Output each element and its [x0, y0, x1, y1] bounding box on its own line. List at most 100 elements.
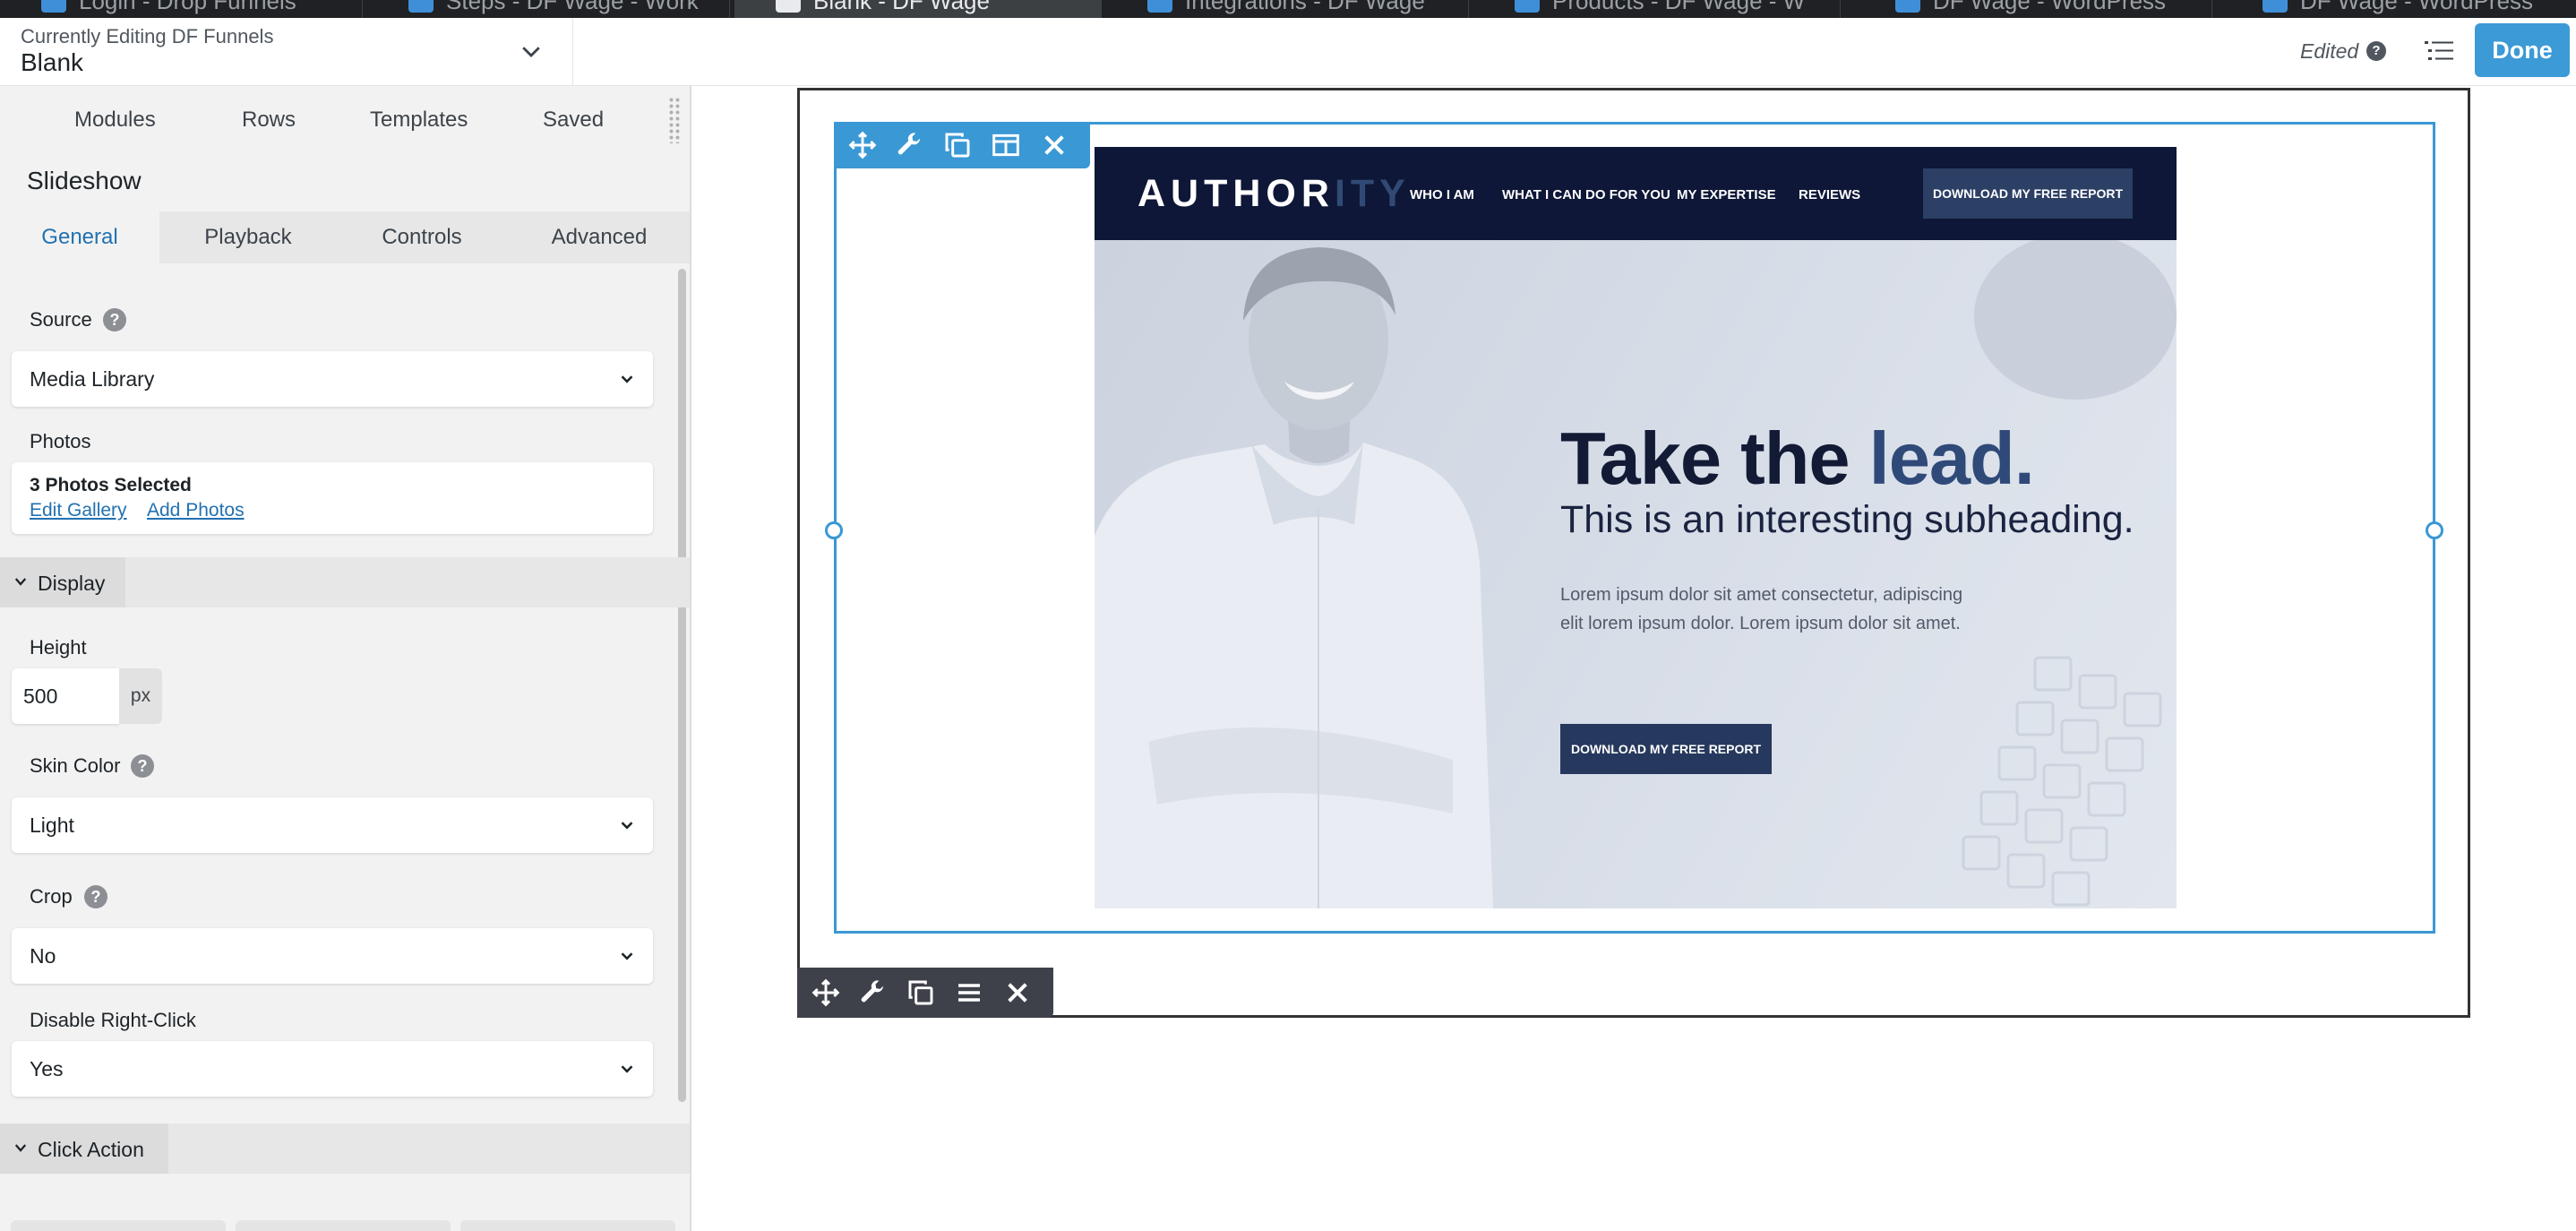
- nav-reviews: REVIEWS: [1799, 187, 1861, 202]
- disable-right-click-value: Yes: [30, 1057, 64, 1080]
- photos-label: Photos: [30, 430, 91, 452]
- hero-heading: Take the lead.: [1560, 416, 2035, 502]
- height-label: Height: [30, 636, 87, 659]
- height-value: 500: [23, 684, 58, 708]
- nav-what-i-can-do: WHAT I CAN DO FOR YOU: [1502, 187, 1670, 202]
- display-section-label: Display: [38, 572, 106, 595]
- resize-handle-left[interactable]: [825, 521, 843, 539]
- tab-modules[interactable]: Modules: [74, 108, 156, 133]
- browser-tab-title: Products - DF Wage - W: [1552, 0, 1806, 14]
- module-title: Slideshow: [27, 167, 142, 194]
- nav-who-i-am: WHO I AM: [1410, 187, 1474, 202]
- browser-tab[interactable]: Steps - DF Wage - Work: [367, 0, 730, 18]
- help-icon[interactable]: ?: [84, 885, 107, 908]
- click-action-section: Click Action: [0, 1123, 690, 1174]
- favicon-icon: [1147, 0, 1172, 13]
- help-icon[interactable]: ?: [103, 308, 126, 331]
- person-photo: [1095, 247, 1493, 908]
- browser-tab-strip: Login - Drop Funnels Steps - DF Wage - W…: [0, 0, 2576, 18]
- display-section: Display: [0, 557, 690, 607]
- skin-color-select[interactable]: Light: [12, 797, 653, 853]
- browser-tab-title: DF Wage - WordPress: [2300, 0, 2534, 14]
- nav-my-expertise: MY EXPERTISE: [1677, 187, 1776, 202]
- favicon-icon: [776, 0, 801, 13]
- close-icon[interactable]: [1003, 978, 1032, 1007]
- tab-general[interactable]: General: [0, 211, 159, 263]
- slide-site-nav: AUTHORITY WHO I AM WHAT I CAN DO FOR YOU…: [1095, 147, 2177, 240]
- editing-selector[interactable]: Currently Editing DF Funnels Blank: [0, 18, 573, 86]
- height-input[interactable]: 500: [12, 668, 119, 724]
- hero-subheading: This is an interesting subheading.: [1560, 498, 2134, 541]
- height-unit: px: [119, 668, 162, 724]
- close-icon[interactable]: [1040, 131, 1069, 159]
- browser-tab[interactable]: Products - DF Wage - W: [1473, 0, 1841, 18]
- tab-playback[interactable]: Playback: [159, 211, 337, 263]
- edit-gallery-link[interactable]: Edit Gallery: [30, 500, 127, 521]
- add-photos-link[interactable]: Add Photos: [147, 500, 245, 521]
- source-select[interactable]: Media Library: [12, 351, 653, 407]
- skin-color-label: Skin Color: [30, 754, 121, 777]
- click-action-section-toggle[interactable]: Click Action: [0, 1123, 168, 1174]
- tab-saved[interactable]: Saved: [543, 108, 604, 133]
- favicon-icon: [1895, 0, 1920, 13]
- browser-tab[interactable]: DF Wage - WordPress: [1854, 0, 2212, 18]
- option-button[interactable]: [460, 1220, 675, 1231]
- browser-tab[interactable]: Login - Drop Funnels: [0, 0, 363, 18]
- chevron-down-icon: [621, 1065, 633, 1073]
- wrench-icon[interactable]: [858, 978, 887, 1007]
- menu-icon[interactable]: [955, 978, 983, 1007]
- logo-text: AUTHOR: [1138, 172, 1335, 215]
- slideshow-image[interactable]: AUTHORITY WHO I AM WHAT I CAN DO FOR YOU…: [1095, 147, 2177, 908]
- duplicate-icon[interactable]: [943, 131, 972, 159]
- wrench-icon[interactable]: [895, 131, 923, 159]
- duplicate-icon[interactable]: [906, 978, 935, 1007]
- tab-controls[interactable]: Controls: [337, 211, 507, 263]
- tab-advanced[interactable]: Advanced: [507, 211, 690, 263]
- chevron-down-icon: [621, 375, 633, 383]
- browser-tab-active[interactable]: Blank - DF Wage: [734, 0, 1102, 18]
- browser-tab-title: Blank - DF Wage: [813, 0, 990, 14]
- option-button[interactable]: [11, 1220, 226, 1231]
- settings-tabs: General Playback Controls Advanced: [0, 211, 690, 263]
- tab-rows[interactable]: Rows: [242, 108, 296, 133]
- panel-drag-handle[interactable]: [668, 97, 681, 143]
- done-button[interactable]: Done: [2475, 23, 2570, 77]
- hero-heading-text: Take the: [1560, 417, 1869, 500]
- favicon-icon: [1515, 0, 1540, 13]
- tab-templates[interactable]: Templates: [370, 108, 468, 133]
- disable-right-click-label: Disable Right-Click: [30, 1009, 196, 1031]
- browser-tab-title: Login - Drop Funnels: [79, 0, 296, 14]
- resize-handle-right[interactable]: [2426, 521, 2443, 539]
- help-icon[interactable]: ?: [131, 754, 154, 778]
- crop-select[interactable]: No: [12, 928, 653, 984]
- hero-heading-accent: lead.: [1868, 417, 2035, 500]
- disable-right-click-select[interactable]: Yes: [12, 1041, 653, 1097]
- browser-tab[interactable]: Integrations - DF Wage: [1106, 0, 1469, 18]
- browser-tab-title: DF Wage - WordPress: [1933, 0, 2167, 14]
- click-action-section-label: Click Action: [38, 1138, 144, 1161]
- keyboard-decoration: [1962, 656, 2162, 907]
- chevron-down-icon: [14, 578, 27, 586]
- hero-download-button: DOWNLOAD MY FREE REPORT: [1560, 724, 1772, 774]
- help-icon[interactable]: ?: [2366, 41, 2386, 61]
- browser-tab-title: Integrations - DF Wage: [1185, 0, 1425, 14]
- decorative-circle: [1974, 233, 2177, 400]
- display-section-toggle[interactable]: Display: [0, 557, 125, 607]
- editing-label: Currently Editing DF Funnels: [21, 25, 274, 47]
- columns-icon[interactable]: [992, 131, 1020, 159]
- favicon-icon: [2263, 0, 2288, 13]
- outline-list-icon[interactable]: [2424, 38, 2454, 65]
- skin-color-value: Light: [30, 813, 74, 837]
- panel-scrollbar[interactable]: [678, 269, 686, 1102]
- move-icon[interactable]: [848, 131, 877, 159]
- chevron-down-icon[interactable]: [518, 38, 545, 65]
- module-toolbar: [834, 122, 1090, 168]
- browser-tab[interactable]: DF Wage - WordPress: [2221, 0, 2576, 18]
- logo-accent: ITY: [1334, 172, 1411, 215]
- photos-count: 3 Photos Selected: [30, 475, 192, 495]
- chevron-down-icon: [621, 952, 633, 960]
- source-label: Source: [30, 308, 92, 331]
- hero-body-text: Lorem ipsum dolor sit amet consectetur, …: [1560, 585, 1963, 633]
- option-button[interactable]: [236, 1220, 451, 1231]
- move-icon[interactable]: [811, 978, 840, 1007]
